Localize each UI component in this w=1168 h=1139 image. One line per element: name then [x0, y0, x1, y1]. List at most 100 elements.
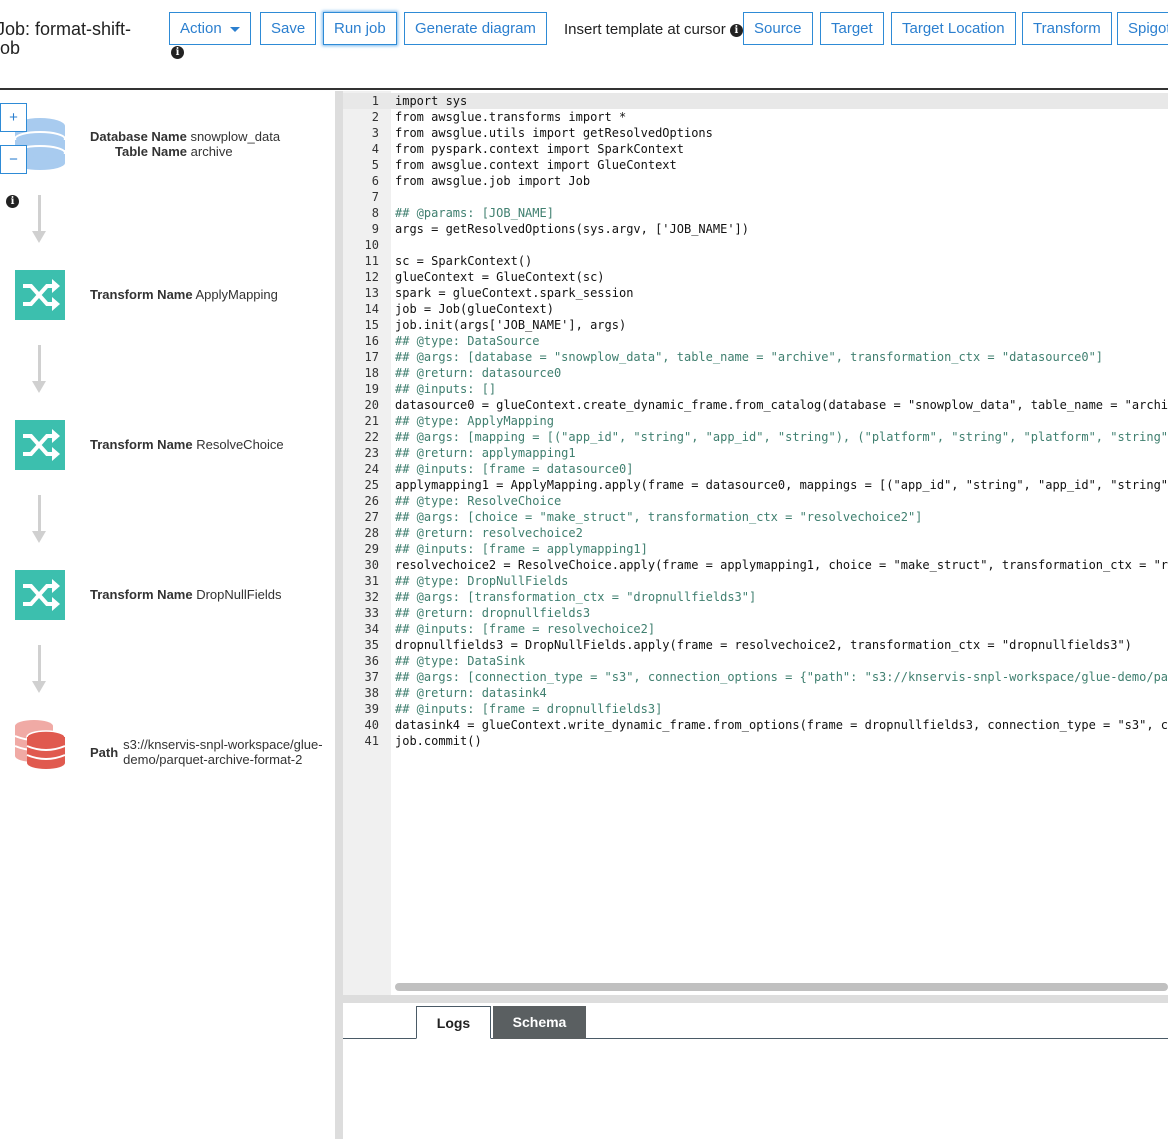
code-line[interactable]: 21 ## @type: ApplyMapping [343, 413, 1168, 429]
code-line[interactable]: 14 job = Job(glueContext) [343, 301, 1168, 317]
template-source-button[interactable]: Source [743, 12, 813, 45]
code-line[interactable]: 22 ## @args: [mapping = [("app_id", "stri… [343, 429, 1168, 445]
code-line[interactable]: 10 [343, 237, 1168, 253]
line-number: 41 [364, 734, 379, 748]
editor-horizontal-scrollbar[interactable] [395, 983, 1168, 991]
save-button[interactable]: Save [260, 12, 317, 45]
code-line[interactable]: 30 resolvechoice2 = ResolveChoice.apply(f… [343, 557, 1168, 573]
code-line[interactable]: 32 ## @args: [transformation_ctx = "dropn… [343, 589, 1168, 605]
code-text: ## @return: resolvechoice2 [395, 526, 583, 540]
transform-label: Transform Name [90, 437, 193, 452]
code-text: spark = glueContext.spark_session [395, 286, 634, 300]
line-number: 27 [364, 510, 379, 524]
transform-node-label[interactable]: Transform Name DropNullFields [90, 587, 281, 602]
source-node-label[interactable]: Database Name snowplow_data Table Name a… [90, 129, 280, 159]
info-icon[interactable]: i [729, 23, 743, 37]
code-line[interactable]: 39 ## @inputs: [frame = dropnullfields3] [343, 701, 1168, 717]
code-line[interactable]: 33 ## @return: dropnullfields3 [343, 605, 1168, 621]
generate-diagram-button[interactable]: Generate diagram [404, 12, 547, 45]
code-text: from awsglue.job import Job [395, 174, 591, 188]
shuffle-icon[interactable] [15, 570, 65, 620]
code-line[interactable]: 19 ## @inputs: [] [343, 381, 1168, 397]
code-text: ## @return: dropnullfields3 [395, 606, 591, 620]
line-number: 18 [364, 366, 379, 380]
line-number: 35 [364, 638, 379, 652]
code-line[interactable]: 26 ## @type: ResolveChoice [343, 493, 1168, 509]
run-job-button[interactable]: Run job [323, 12, 397, 45]
code-line[interactable]: 17 ## @args: [database = "snowplow_data",… [343, 349, 1168, 365]
code-text: ## @type: ApplyMapping [395, 414, 554, 428]
tab-schema[interactable]: Schema [493, 1006, 586, 1039]
zoom-in-button[interactable]: + [0, 103, 27, 132]
transform-value: DropNullFields [196, 587, 282, 602]
code-line[interactable]: 36 ## @type: DataSink [343, 653, 1168, 669]
code-line[interactable]: 6 from awsglue.job import Job [343, 173, 1168, 189]
code-line[interactable]: 40 datasink4 = glueContext.write_dynamic_… [343, 717, 1168, 733]
code-line[interactable]: 2 from awsglue.transforms import * [343, 109, 1168, 125]
code-line[interactable]: 15 job.init(args['JOB_NAME'], args) [343, 317, 1168, 333]
code-line[interactable]: 37 ## @args: [connection_type = "s3", con… [343, 669, 1168, 685]
code-line[interactable]: 7 [343, 189, 1168, 205]
code-text: import sys [395, 94, 468, 108]
code-line[interactable]: 11 sc = SparkContext() [343, 253, 1168, 269]
code-text: ## @return: applymapping1 [395, 446, 576, 460]
pane-resize-handle[interactable] [343, 995, 1168, 1003]
code-line[interactable]: 4 from pyspark.context import SparkContex… [343, 141, 1168, 157]
code-line[interactable]: 1 import sys [343, 93, 1168, 109]
template-target-button[interactable]: Target [820, 12, 884, 45]
flow-arrow [32, 195, 46, 243]
line-number: 7 [371, 190, 379, 204]
code-line[interactable]: 38 ## @return: datasink4 [343, 685, 1168, 701]
diagram-scrollbar[interactable] [335, 91, 343, 1139]
flow-arrow [32, 495, 46, 543]
code-line[interactable]: 9 args = getResolvedOptions(sys.argv, ['J… [343, 221, 1168, 237]
code-line[interactable]: 31 ## @type: DropNullFields [343, 573, 1168, 589]
path-label: Path [90, 744, 119, 760]
line-number: 22 [364, 430, 379, 444]
template-transform-button[interactable]: Transform [1022, 12, 1112, 45]
transform-label: Transform Name [90, 287, 193, 302]
code-text: ## @args: [mapping = [("app_id", "string… [395, 430, 1168, 444]
line-number: 5 [371, 158, 379, 172]
line-number: 11 [364, 254, 379, 268]
template-target-location-button[interactable]: Target Location [891, 12, 1016, 45]
code-line[interactable]: 3 from awsglue.utils import getResolvedOp… [343, 125, 1168, 141]
code-line[interactable]: 23 ## @return: applymapping1 [343, 445, 1168, 461]
code-line[interactable]: 18 ## @return: datasource0 [343, 365, 1168, 381]
code-line[interactable]: 34 ## @inputs: [frame = resolvechoice2] [343, 621, 1168, 637]
template-spigot-button[interactable]: Spigot [1117, 12, 1168, 45]
transform-node-label[interactable]: Transform Name ResolveChoice [90, 437, 284, 452]
code-line[interactable]: 41 job.commit() [343, 733, 1168, 749]
transform-node-label[interactable]: Transform Name ApplyMapping [90, 287, 278, 302]
code-line[interactable]: 16 ## @type: DataSource [343, 333, 1168, 349]
code-line[interactable]: 27 ## @args: [choice = "make_struct", tra… [343, 509, 1168, 525]
info-icon[interactable]: i [6, 195, 19, 208]
code-line[interactable]: 25 applymapping1 = ApplyMapping.apply(fra… [343, 477, 1168, 493]
page-title: Job: format-shift-job [0, 19, 132, 58]
line-number: 1 [371, 94, 379, 108]
code-line[interactable]: 29 ## @inputs: [frame = applymapping1] [343, 541, 1168, 557]
code-line[interactable]: 12 glueContext = GlueContext(sc) [343, 269, 1168, 285]
line-number: 31 [364, 574, 379, 588]
shuffle-icon[interactable] [15, 270, 65, 320]
target-node-label[interactable]: Path s3://knservis-snpl-workspace/glue-de… [90, 737, 330, 767]
line-number: 37 [364, 670, 379, 684]
shuffle-icon[interactable] [15, 420, 65, 470]
code-line[interactable]: 13 spark = glueContext.spark_session [343, 285, 1168, 301]
diagram-panel: + − i Database Name snowplow_data Table … [0, 91, 335, 1139]
zoom-out-button[interactable]: − [0, 145, 27, 174]
code-text: ## @inputs: [frame = resolvechoice2] [395, 622, 656, 636]
code-line[interactable]: 5 from awsglue.context import GlueContext [343, 157, 1168, 173]
code-line[interactable]: 24 ## @inputs: [frame = datasource0] [343, 461, 1168, 477]
line-number: 17 [364, 350, 379, 364]
code-line[interactable]: 28 ## @return: resolvechoice2 [343, 525, 1168, 541]
tab-logs[interactable]: Logs [416, 1006, 491, 1039]
code-line[interactable]: 20 datasource0 = glueContext.create_dynam… [343, 397, 1168, 413]
code-line[interactable]: 8 ## @params: [JOB_NAME] [343, 205, 1168, 221]
action-button[interactable]: Action [169, 12, 251, 45]
info-icon[interactable]: i [171, 46, 184, 59]
line-number: 23 [364, 446, 379, 460]
code-editor[interactable]: 1 import sys 2 from awsglue.transforms impo… [343, 91, 1168, 995]
code-line[interactable]: 35 dropnullfields3 = DropNullFields.apply… [343, 637, 1168, 653]
code-text: ## @args: [transformation_ctx = "dropnul… [395, 590, 757, 604]
